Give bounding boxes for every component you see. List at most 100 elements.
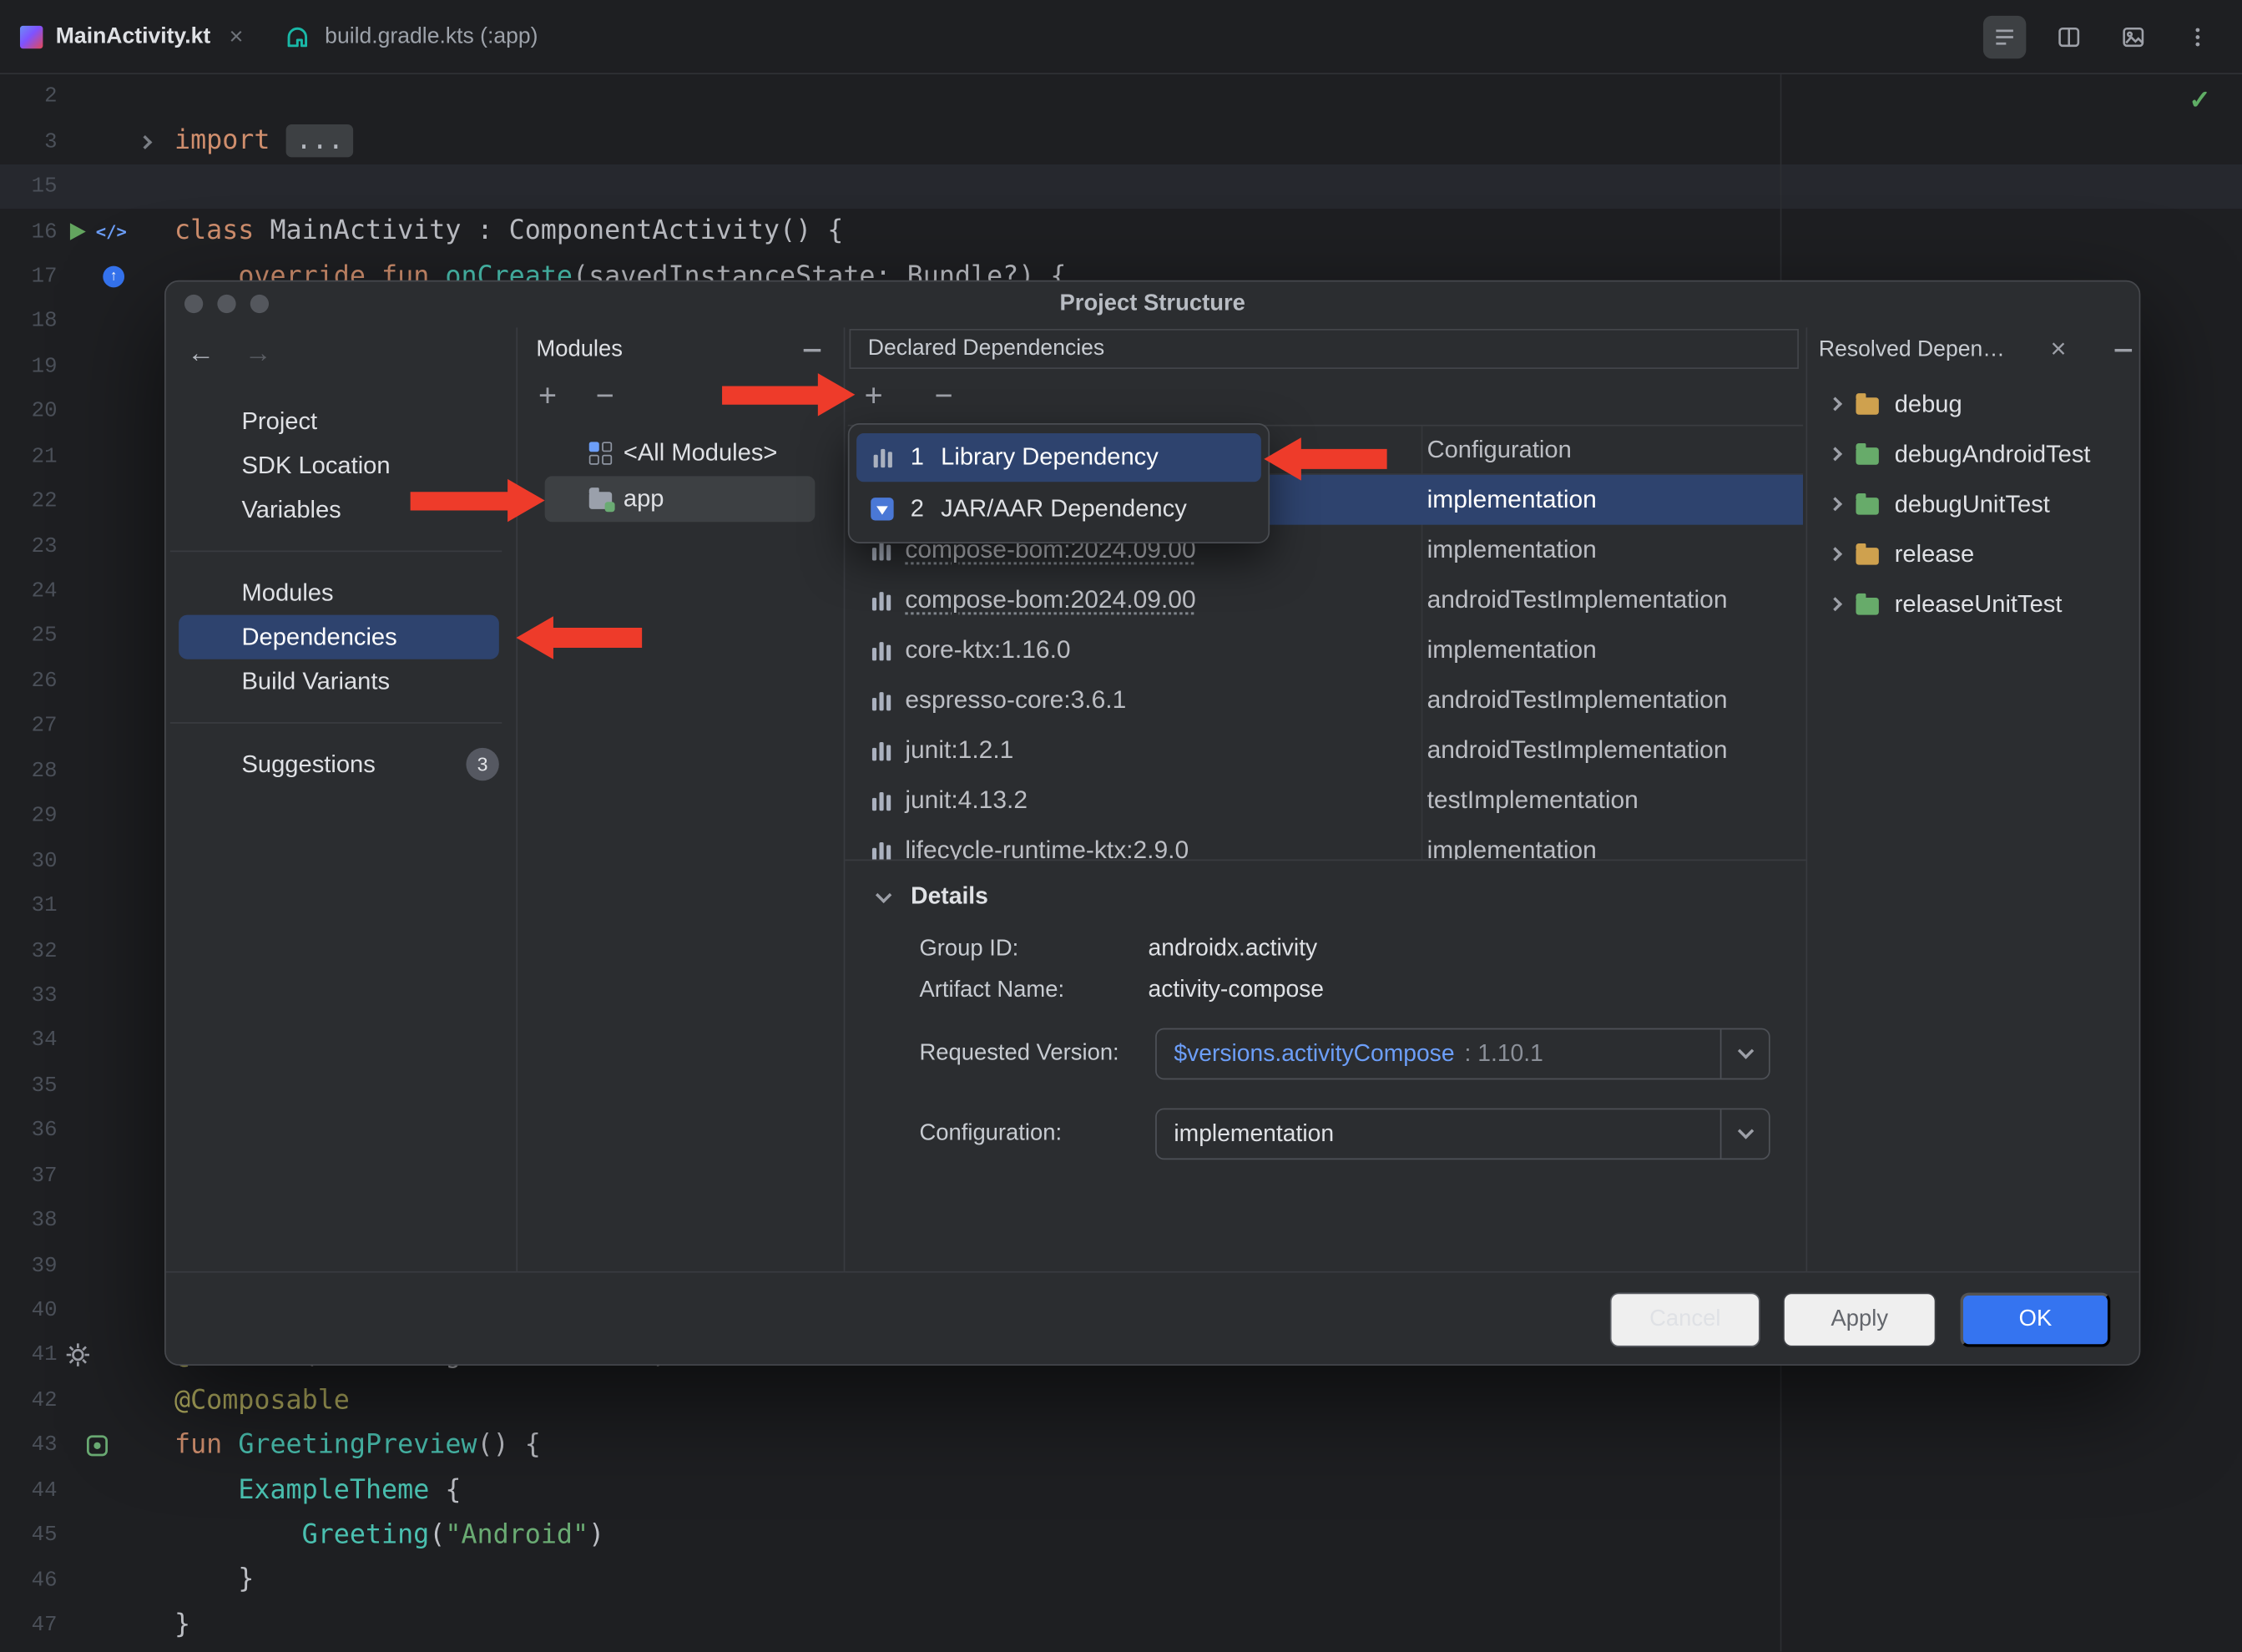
popup-item-mnemonic: 2 [909,495,925,523]
line-number: 25 [0,624,58,649]
editor-line[interactable]: 15 [0,164,2242,210]
editor-line[interactable]: 47} [0,1603,2242,1648]
configuration-label: Configuration: [919,1121,1062,1147]
ok-button[interactable]: OK [1961,1293,2111,1347]
resolved-label: debugAndroidTest [1895,440,2091,468]
sidebar-item-sdk-location[interactable]: SDK Location [179,443,499,488]
close-window-icon[interactable] [184,295,203,313]
back-arrow-icon[interactable]: ← [187,339,215,371]
more-options-icon[interactable] [2176,15,2219,58]
popup-item-library-dependency[interactable]: 1Library Dependency [856,433,1261,482]
editor-line[interactable]: 46 } [0,1558,2242,1603]
tab-build-gradle[interactable]: build.gradle.kts (:app) [264,0,558,73]
combo-dropdown-icon[interactable] [1720,1029,1769,1078]
dialog-title: Project Structure [1059,291,1245,317]
all-modules-icon [589,442,612,464]
tab-mainactivity[interactable]: MainActivity.kt × [0,0,264,73]
sidebar-item-variables[interactable]: Variables [179,488,499,532]
chevron-right-icon[interactable] [1828,447,1842,461]
code-token: ) [588,1520,604,1550]
module-item[interactable]: app [545,476,816,522]
code-token [174,1475,238,1505]
resolved-item-releaseUnitTest[interactable]: releaseUnitTest [1807,579,2138,629]
editor-line[interactable]: 2 [0,74,2242,119]
line-number: 18 [0,310,58,334]
run-icon[interactable] [70,223,86,240]
inspections-ok-icon[interactable]: ✓ [2189,86,2210,116]
editor-line[interactable]: 44 ExampleTheme { [0,1468,2242,1513]
resolved-item-debugUnitTest[interactable]: debugUnitTest [1807,479,2138,529]
line-number: 40 [0,1298,58,1322]
cancel-button[interactable]: Cancel [1610,1293,1760,1347]
resolved-item-debug[interactable]: debug [1807,379,2138,429]
chevron-right-icon[interactable] [1828,597,1842,611]
chevron-right-icon[interactable] [1828,497,1842,511]
line-number: 31 [0,894,58,918]
details-header[interactable]: Details [878,884,988,912]
structure-view-icon[interactable] [1983,15,2026,58]
sidebar-item-modules[interactable]: Modules [179,570,499,614]
sidebar-item-project[interactable]: Project [179,399,499,443]
combo-dropdown-icon[interactable] [1720,1109,1769,1158]
dependency-row[interactable]: core-ktx:1.16.0implementation [848,625,1803,675]
chevron-right-icon[interactable] [1828,397,1842,411]
hide-panel-icon[interactable] [804,349,821,351]
code-token: MainActivity : ComponentActivity() { [270,216,843,246]
library-icon [871,447,893,467]
line-number: 47 [0,1613,58,1637]
code-token: ExampleTheme [238,1475,429,1505]
add-dependency-icon[interactable]: + [860,381,888,410]
maximize-window-icon[interactable] [250,295,269,313]
dependency-row[interactable]: lifecycle-runtime-ktx:2.9.0implementatio… [848,825,1803,859]
sidebar-item-dependencies[interactable]: Dependencies [179,615,499,659]
editor-line[interactable]: 42@Composable [0,1378,2242,1423]
editor-line[interactable]: 3import ... [0,119,2242,164]
dependency-row[interactable]: compose-bom:2024.09.00androidTestImpleme… [848,575,1803,625]
remove-module-icon[interactable]: − [590,381,619,410]
line-number: 41 [0,1343,58,1367]
editor-line[interactable]: 43fun GreetingPreview() { [0,1423,2242,1468]
configuration-column-header[interactable]: Configuration [1427,426,1572,474]
override-icon[interactable]: ↑ [103,266,124,288]
requested-version-combo[interactable]: $versions.activityCompose : 1.10.1 [1155,1028,1770,1080]
editor-line[interactable]: 45 Greeting("Android") [0,1513,2242,1558]
forward-arrow-icon[interactable]: → [245,339,272,371]
compose-preview-icon[interactable] [86,1434,109,1457]
split-editor-icon[interactable] [2048,15,2090,58]
resolved-item-debugAndroidTest[interactable]: debugAndroidTest [1807,429,2138,479]
sidebar-item-label: Dependencies [241,623,396,651]
gear-icon[interactable] [66,1343,90,1367]
editor-line[interactable]: 16</>class MainActivity : ComponentActiv… [0,210,2242,255]
dependency-name: junit:1.2.1 [905,735,1013,765]
resolved-item-release[interactable]: release [1807,529,2138,579]
remove-dependency-icon[interactable]: − [929,381,957,410]
dependency-configuration: androidTestImplementation [1427,735,1728,765]
module-item[interactable]: <All Modules> [545,431,816,477]
code-token: } [174,1565,254,1595]
sidebar-item-build-variants[interactable]: Build Variants [179,659,499,704]
code-tag-icon[interactable]: </> [96,222,127,242]
add-module-icon[interactable]: + [533,381,562,410]
close-panel-icon[interactable]: × [2050,335,2066,366]
sidebar-item-suggestions[interactable]: Suggestions3 [179,742,499,786]
minimize-window-icon[interactable] [217,295,235,313]
gradle-file-icon [283,25,311,48]
dialog-titlebar[interactable]: Project Structure [166,281,2139,327]
apply-button[interactable]: Apply [1783,1293,1936,1347]
tab-label: MainActivity.kt [56,23,210,49]
dependency-row[interactable]: junit:4.13.2testImplementation [848,775,1803,825]
configuration-combo[interactable]: implementation [1155,1109,1770,1160]
dependency-row[interactable]: espresso-core:3.6.1androidTestImplementa… [848,675,1803,725]
line-number: 32 [0,939,58,963]
close-tab-icon[interactable]: × [230,23,244,51]
popup-item-jar-dependency[interactable]: 2JAR/AAR Dependency [856,485,1261,533]
group-id-label: Group ID: [919,937,1018,962]
fold-expand-icon[interactable] [138,134,152,149]
sidebar-item-label: Suggestions [241,750,375,778]
hide-panel-icon[interactable] [2115,349,2133,351]
code-text: } [174,1603,190,1648]
chevron-right-icon[interactable] [1828,547,1842,561]
dependency-row[interactable]: junit:1.2.1 androidTestImplementation [848,725,1803,775]
editor-preview-icon[interactable] [2112,15,2154,58]
chevron-down-icon [1737,1123,1753,1139]
